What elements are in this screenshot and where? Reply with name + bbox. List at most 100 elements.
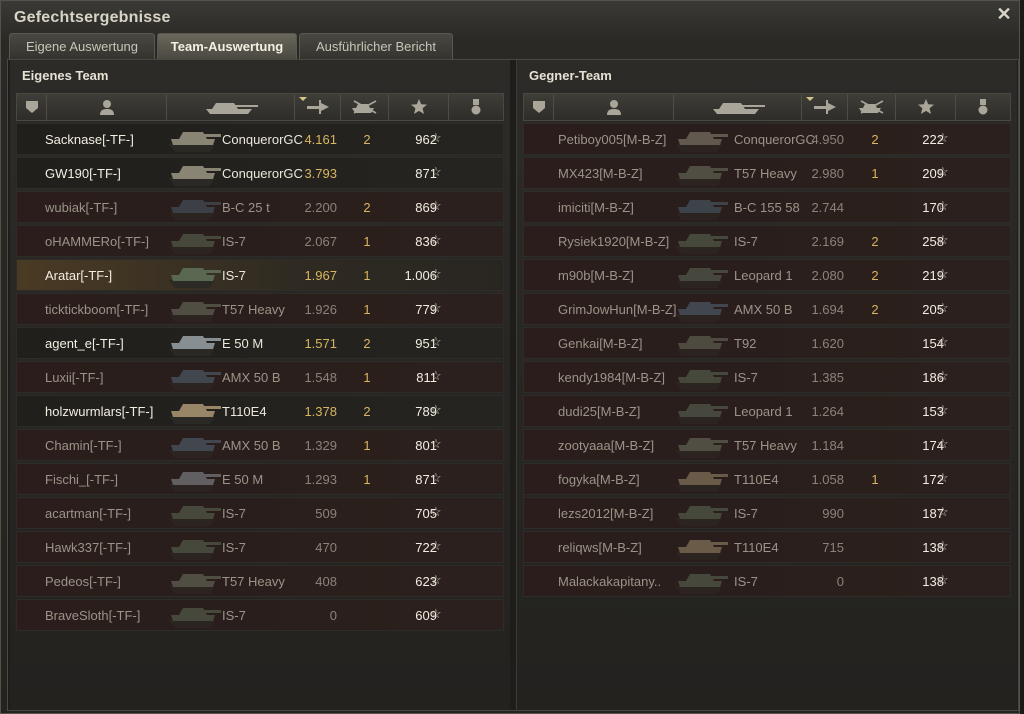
vehicle-name: E 50 M — [222, 336, 264, 351]
damage-value: 1.293 — [304, 472, 337, 487]
damage-value: 1.571 — [304, 336, 337, 351]
table-row[interactable]: Malackakapitany.. IS-7 0 138 ☆ — [523, 565, 1011, 597]
damage-value: 1.967 — [304, 268, 337, 283]
table-row[interactable]: fogyka[M-B-Z] T110E4 1.058 1 172 ☆ — [523, 463, 1011, 495]
star-icon: ☆ — [937, 300, 949, 315]
table-row[interactable]: dudi25[M-B-Z] Leopard 1 1.264 153 ☆ — [523, 395, 1011, 427]
damage-value: 1.926 — [304, 302, 337, 317]
table-row[interactable]: lezs2012[M-B-Z] IS-7 990 187 ☆ — [523, 497, 1011, 529]
table-row[interactable]: MX423[M-B-Z] T57 Heavy 2.980 1 209 ☆ — [523, 157, 1011, 189]
damage-value: 1.620 — [811, 336, 844, 351]
window-title: Gefechtsergebnisse — [14, 9, 171, 26]
tab-own-report[interactable]: Eigene Auswertung — [9, 33, 155, 59]
vehicle-name: IS-7 — [734, 506, 758, 521]
table-row[interactable]: Luxii[-TF-] AMX 50 B 1.548 1 811 ☆ — [16, 361, 504, 393]
vehicle-name: AMX 50 B — [734, 302, 793, 317]
table-row[interactable]: Aratar[-TF-] IS-7 1.967 1 1.006 ☆ — [16, 259, 504, 291]
xp-value: 154 — [922, 336, 944, 351]
kills-value: 1 — [363, 472, 371, 487]
vehicle-column-header[interactable] — [167, 94, 295, 120]
xp-value: 209 — [922, 166, 944, 181]
table-row[interactable]: zootyaaa[M-B-Z] T57 Heavy 1.184 174 ☆ — [523, 429, 1011, 461]
kills-column-header[interactable] — [848, 94, 896, 120]
tab-detailed-report[interactable]: Ausführlicher Bericht — [299, 33, 453, 59]
table-row[interactable]: GW190[-TF-] ConquerorGC 3.793 871 ☆ — [16, 157, 504, 189]
kills-value: 1 — [363, 302, 371, 317]
xp-value: 962 — [415, 132, 437, 147]
xp-column-header[interactable] — [389, 94, 449, 120]
squad-column-header[interactable] — [524, 94, 554, 120]
table-row[interactable]: m90b[M-B-Z] Leopard 1 2.080 2 219 ☆ — [523, 259, 1011, 291]
player-column-header[interactable] — [47, 94, 167, 120]
star-icon: ☆ — [937, 504, 949, 519]
table-row[interactable]: Genkai[M-B-Z] T92 1.620 154 ☆ — [523, 327, 1011, 359]
enemy-team-title: Gegner-Team — [529, 68, 612, 83]
player-icon — [606, 99, 621, 115]
kills-column-header[interactable] — [341, 94, 389, 120]
tank-icon — [674, 432, 730, 460]
vehicle-name: IS-7 — [222, 608, 246, 623]
table-row[interactable]: Rysiek1920[M-B-Z] IS-7 2.169 2 258 ☆ — [523, 225, 1011, 257]
xp-value: 869 — [415, 200, 437, 215]
player-name: acartman[-TF-] — [45, 506, 131, 521]
kills-value: 2 — [363, 200, 371, 215]
kills-value: 2 — [363, 132, 371, 147]
medal-icon — [977, 99, 989, 115]
star-icon: ☆ — [430, 334, 442, 349]
medal-column-header[interactable] — [956, 94, 1010, 120]
table-row[interactable]: holzwurmlars[-TF-] T110E4 1.378 2 789 ☆ — [16, 395, 504, 427]
xp-value: 722 — [415, 540, 437, 555]
vehicle-name: IS-7 — [734, 234, 758, 249]
player-name: kendy1984[M-B-Z] — [558, 370, 665, 385]
damage-value: 2.080 — [811, 268, 844, 283]
damage-value: 509 — [315, 506, 337, 521]
kills-value: 1 — [363, 234, 371, 249]
table-row[interactable]: Fischi_[-TF-] E 50 M 1.293 1 871 ☆ — [16, 463, 504, 495]
player-name: wubiak[-TF-] — [45, 200, 118, 215]
table-row[interactable]: ticktickboom[-TF-] T57 Heavy 1.926 1 779 ☆ — [16, 293, 504, 325]
tank-icon — [167, 262, 223, 290]
vehicle-column-header[interactable] — [674, 94, 802, 120]
kills-value: 2 — [871, 268, 879, 283]
star-icon — [410, 99, 427, 115]
kills-value: 2 — [363, 404, 371, 419]
kills-value: 2 — [363, 336, 371, 351]
tank-icon — [167, 364, 223, 392]
table-row[interactable]: agent_e[-TF-] E 50 M 1.571 2 951 ☆ — [16, 327, 504, 359]
star-icon: ☆ — [937, 402, 949, 417]
vehicle-name: AMX 50 B — [222, 370, 281, 385]
tank-icon — [167, 568, 223, 596]
tab-team-report[interactable]: Team-Auswertung — [157, 33, 297, 59]
star-icon: ☆ — [430, 368, 442, 383]
table-row[interactable]: Pedeos[-TF-] T57 Heavy 408 623 ☆ — [16, 565, 504, 597]
table-row[interactable]: acartman[-TF-] IS-7 509 705 ☆ — [16, 497, 504, 529]
table-row[interactable]: Sacknase[-TF-] ConquerorGC 4.161 2 962 ☆ — [16, 123, 504, 155]
damage-value: 1.184 — [811, 438, 844, 453]
table-row[interactable]: oHAMMERo[-TF-] IS-7 2.067 1 836 ☆ — [16, 225, 504, 257]
table-row[interactable]: BraveSloth[-TF-] IS-7 0 609 ☆ — [16, 599, 504, 631]
table-row[interactable]: wubiak[-TF-] B-C 25 t 2.200 2 869 ☆ — [16, 191, 504, 223]
damage-column-header[interactable] — [802, 94, 848, 120]
vehicle-name: T57 Heavy — [222, 302, 285, 317]
table-row[interactable]: Petiboy005[M-B-Z] ConquerorGC 4.950 2 222 ☆ — [523, 123, 1011, 155]
table-row[interactable]: GrimJowHun[M-B-Z] AMX 50 B 1.694 2 205 ☆ — [523, 293, 1011, 325]
player-column-header[interactable] — [554, 94, 674, 120]
own-team-title: Eigenes Team — [22, 68, 109, 83]
squad-icon — [24, 100, 40, 114]
vehicle-name: IS-7 — [222, 506, 246, 521]
table-row[interactable]: reliqws[M-B-Z] T110E4 715 138 ☆ — [523, 531, 1011, 563]
player-name: Fischi_[-TF-] — [45, 472, 118, 487]
table-row[interactable]: imiciti[M-B-Z] B-C 155 58 2.744 170 ☆ — [523, 191, 1011, 223]
table-row[interactable]: Chamin[-TF-] AMX 50 B 1.329 1 801 ☆ — [16, 429, 504, 461]
player-name: dudi25[M-B-Z] — [558, 404, 641, 419]
tank-icon — [674, 262, 730, 290]
table-row[interactable]: Hawk337[-TF-] IS-7 470 722 ☆ — [16, 531, 504, 563]
xp-column-header[interactable] — [896, 94, 956, 120]
player-name: Malackakapitany.. — [558, 574, 662, 589]
medal-column-header[interactable] — [449, 94, 503, 120]
close-icon[interactable]: ✕ — [995, 5, 1013, 23]
table-row[interactable]: kendy1984[M-B-Z] IS-7 1.385 186 ☆ — [523, 361, 1011, 393]
squad-column-header[interactable] — [17, 94, 47, 120]
damage-column-header[interactable] — [295, 94, 341, 120]
kills-value: 1 — [363, 438, 371, 453]
